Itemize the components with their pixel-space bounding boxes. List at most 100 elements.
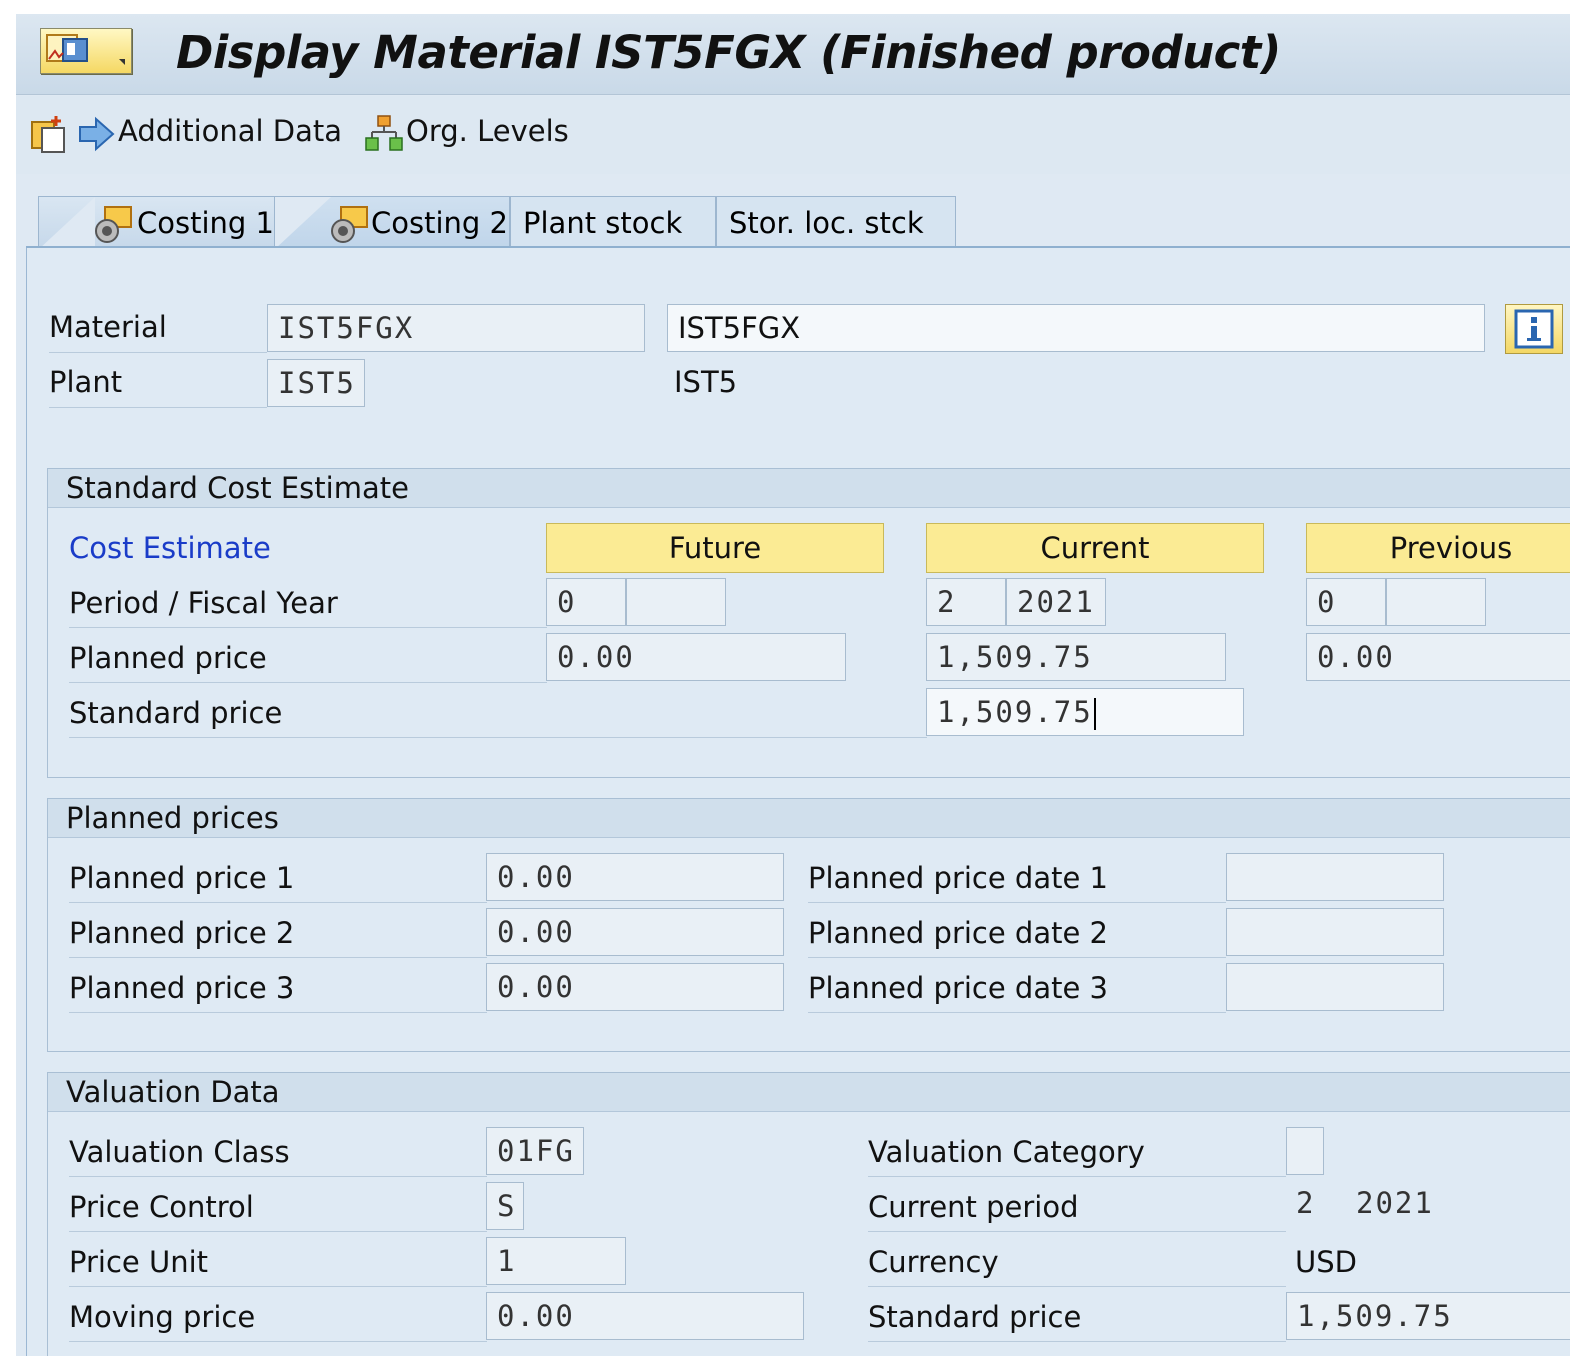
underline: [69, 737, 927, 738]
costing-icon: [331, 206, 368, 243]
group-title: Planned prices: [66, 801, 279, 835]
underline: [808, 957, 1226, 958]
tab-edge: [275, 197, 331, 249]
planned-price-1-field[interactable]: 0.00: [486, 853, 784, 901]
additional-data-label: Additional Data: [118, 114, 343, 148]
price-control-label: Price Control: [69, 1190, 254, 1224]
standard-price-field[interactable]: 1,509.75: [1286, 1292, 1570, 1340]
group-header: Valuation Data: [48, 1073, 1570, 1112]
underline: [69, 1012, 487, 1013]
planned-price-date-2-field[interactable]: [1226, 908, 1444, 956]
valuation-class-field[interactable]: 01FG: [486, 1127, 584, 1175]
group-title: Valuation Data: [66, 1075, 280, 1109]
page-title: Display Material IST5FGX (Finished produ…: [176, 26, 1281, 79]
currency-label: Currency: [868, 1245, 999, 1279]
period-fiscal-year-label: Period / Fiscal Year: [69, 586, 338, 620]
planned-price-2-field[interactable]: 0.00: [486, 908, 784, 956]
previous-period-field[interactable]: 0: [1306, 578, 1386, 626]
planned-prices-group: Planned prices Planned price 1 0.00 Plan…: [47, 798, 1570, 1052]
material-description-field[interactable]: IST5FGX: [667, 304, 1485, 352]
current-period-field[interactable]: 2: [926, 578, 1006, 626]
plant-field[interactable]: IST5: [267, 359, 365, 407]
plant-label: Plant: [49, 365, 123, 399]
underline: [69, 1286, 487, 1287]
underline: [69, 1231, 487, 1232]
planned-price-1-label: Planned price 1: [69, 861, 295, 895]
underline: [69, 627, 547, 628]
valuation-category-field[interactable]: [1286, 1127, 1324, 1175]
menu-icon: [46, 34, 125, 65]
planned-price-date-3-label: Planned price date 3: [808, 971, 1108, 1005]
sap-window: Display Material IST5FGX (Finished produ…: [16, 14, 1570, 1356]
price-unit-label: Price Unit: [69, 1245, 208, 1279]
underline: [69, 1176, 487, 1177]
underline: [69, 1341, 487, 1342]
current-column-header[interactable]: Current: [926, 523, 1264, 573]
previous-column-header[interactable]: Previous: [1306, 523, 1570, 573]
future-period-field[interactable]: 0: [546, 578, 626, 626]
group-header: Planned prices: [48, 799, 1570, 838]
field-value: 1,509.75: [937, 695, 1093, 729]
tab-plant-stock[interactable]: Plant stock: [510, 196, 716, 248]
current-period-label: Current period: [868, 1190, 1079, 1224]
arrow-right-icon: [79, 116, 115, 152]
tab-label: Costing 1: [137, 206, 274, 240]
underline: [69, 682, 547, 683]
future-planned-price-field[interactable]: 0.00: [546, 633, 846, 681]
current-standard-price-field[interactable]: 1,509.75: [926, 688, 1244, 736]
current-period-year: 2021: [1356, 1186, 1434, 1220]
org-hierarchy-icon: [365, 115, 403, 151]
cost-estimate-link[interactable]: Cost Estimate: [69, 531, 271, 565]
moving-price-label: Moving price: [69, 1300, 256, 1334]
standard-price-label: Standard price: [868, 1300, 1082, 1334]
planned-price-3-field[interactable]: 0.00: [486, 963, 784, 1011]
underline: [868, 1341, 1286, 1342]
tab-stor-loc-stck[interactable]: Stor. loc. stck: [716, 196, 956, 248]
current-period-value: 2: [1296, 1186, 1316, 1220]
tab-costing-2[interactable]: Costing 2: [274, 196, 510, 249]
planned-price-date-1-field[interactable]: [1226, 853, 1444, 901]
currency-value: USD: [1295, 1245, 1357, 1279]
tab-costing-1[interactable]: Costing 1: [38, 196, 304, 249]
tab-label: Costing 2: [371, 206, 508, 240]
previous-year-field[interactable]: [1386, 578, 1486, 626]
menu-button[interactable]: [40, 28, 132, 74]
standard-cost-estimate-group: Standard Cost Estimate Cost Estimate Fut…: [47, 468, 1570, 778]
standard-price-label: Standard price: [69, 696, 283, 730]
underline: [868, 1176, 1286, 1177]
material-label: Material: [49, 310, 167, 344]
price-unit-field[interactable]: 1: [486, 1237, 626, 1285]
price-control-field[interactable]: S: [486, 1182, 524, 1230]
costing-icon: [95, 206, 132, 243]
current-planned-price-field[interactable]: 1,509.75: [926, 633, 1226, 681]
future-year-field[interactable]: [626, 578, 726, 626]
application-toolbar: Additional Data Org. Levels: [16, 96, 1570, 174]
current-year-field[interactable]: 2021: [1006, 578, 1106, 626]
valuation-data-group: Valuation Data Valuation Class 01FG Valu…: [47, 1072, 1570, 1356]
future-column-header[interactable]: Future: [546, 523, 884, 573]
create-document-button[interactable]: [30, 114, 70, 154]
underline: [868, 1231, 1286, 1232]
underline: [69, 902, 487, 903]
info-button[interactable]: [1505, 304, 1563, 354]
plant-description: IST5: [674, 365, 738, 399]
tab-label: Plant stock: [523, 206, 683, 240]
planned-price-label: Planned price: [69, 641, 267, 675]
planned-price-date-3-field[interactable]: [1226, 963, 1444, 1011]
org-levels-label: Org. Levels: [406, 114, 569, 148]
group-title: Standard Cost Estimate: [66, 471, 409, 505]
text-cursor: [1093, 698, 1096, 730]
moving-price-field[interactable]: 0.00: [486, 1292, 804, 1340]
planned-price-2-label: Planned price 2: [69, 916, 295, 950]
group-header: Standard Cost Estimate: [48, 469, 1570, 508]
previous-planned-price-field[interactable]: 0.00: [1306, 633, 1570, 681]
material-field[interactable]: IST5FGX: [267, 304, 645, 352]
underline: [808, 1012, 1226, 1013]
tab-label: Stor. loc. stck: [729, 206, 924, 240]
title-bar: Display Material IST5FGX (Finished produ…: [16, 14, 1570, 95]
underline: [49, 352, 267, 353]
tab-content: Material IST5FGX IST5FGX Plant IST5 IST5…: [26, 248, 1570, 1356]
create-document-icon: [31, 116, 65, 153]
planned-price-3-label: Planned price 3: [69, 971, 295, 1005]
planned-price-date-2-label: Planned price date 2: [808, 916, 1108, 950]
